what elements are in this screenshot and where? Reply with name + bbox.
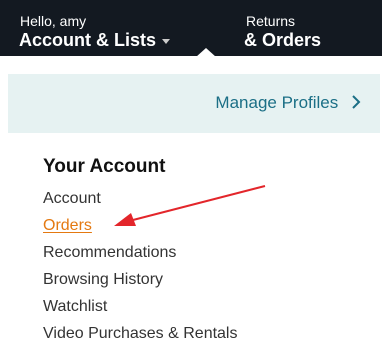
account-and-lists-menu[interactable]: Hello, amy Account & Lists <box>11 8 216 54</box>
your-account-section: Your Account Account Orders Recommendati… <box>43 155 373 345</box>
recommendations-link[interactable]: Recommendations <box>43 243 373 270</box>
returns-label: Returns <box>246 13 296 29</box>
top-navigation-bar: Hello, amy Account & Lists Returns & Ord… <box>0 0 382 57</box>
watchlist-link[interactable]: Watchlist <box>43 297 373 324</box>
account-link[interactable]: Account <box>43 189 373 216</box>
account-link-list: Account Orders Recommendations Browsing … <box>43 189 373 345</box>
your-account-heading: Your Account <box>43 156 166 177</box>
dropdown-pointer <box>196 48 216 57</box>
browsing-history-link[interactable]: Browsing History <box>43 270 373 297</box>
account-and-lists-label: Account & Lists <box>19 30 171 50</box>
chevron-right-icon <box>352 95 361 109</box>
orders-link[interactable]: Orders <box>43 216 373 243</box>
account-menu-page: Hello, amy Account & Lists Returns & Ord… <box>0 0 382 345</box>
orders-label: & Orders <box>244 30 322 50</box>
manage-profiles-band: Manage Profiles <box>8 74 380 133</box>
caret-down-icon <box>162 38 171 44</box>
video-purchases-rentals-link[interactable]: Video Purchases & Rentals <box>43 324 373 345</box>
manage-profiles-link[interactable]: Manage Profiles <box>215 93 362 113</box>
manage-profiles-label: Manage Profiles <box>215 93 339 112</box>
account-and-lists-text: Account & Lists <box>19 30 157 50</box>
account-greeting: Hello, amy <box>20 13 87 29</box>
returns-and-orders-link[interactable]: Returns & Orders <box>238 8 378 54</box>
